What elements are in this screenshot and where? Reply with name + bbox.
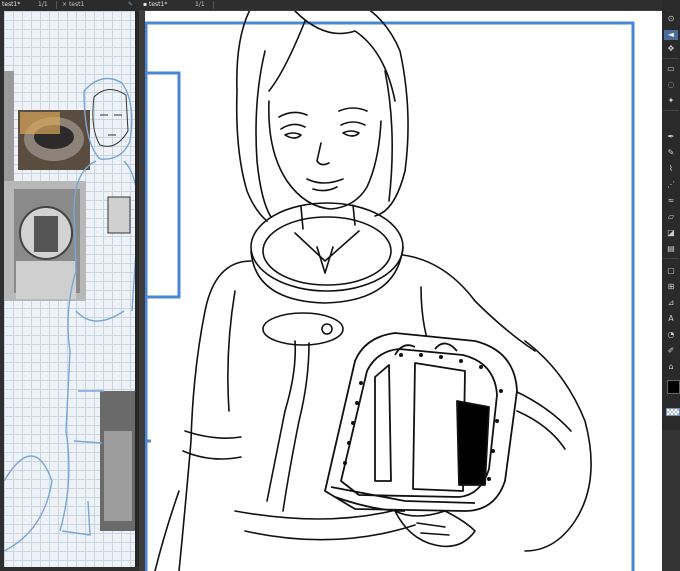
face-outline <box>268 100 382 210</box>
reference-artwork <box>4 71 135 552</box>
frame-icon[interactable]: ⊞ <box>664 282 678 292</box>
reference-canvas[interactable] <box>4 11 135 567</box>
correction-icon[interactable]: ✐ <box>664 346 678 356</box>
main-document-pane: ▪ test1* 1/1 <box>139 0 662 571</box>
transparent-color-swatch[interactable] <box>666 408 680 416</box>
tool-panel-empty-area <box>662 430 680 571</box>
balloon-icon[interactable]: ◔ <box>664 330 678 340</box>
tab-title: test1 <box>68 1 85 8</box>
tool-divider <box>663 58 679 59</box>
main-canvas[interactable] <box>145 11 662 571</box>
close-icon[interactable]: × <box>62 1 67 8</box>
selection-icon[interactable]: ▭ <box>664 64 678 74</box>
tab-page-count: 1/1 <box>38 1 48 8</box>
fill-icon[interactable]: ◪ <box>664 228 678 238</box>
gradient-icon[interactable]: ▤ <box>664 244 678 254</box>
wand-icon[interactable]: ✦ <box>664 96 678 106</box>
move-icon[interactable]: ✥ <box>664 44 678 54</box>
hand <box>394 510 476 548</box>
tab-divider <box>213 1 214 9</box>
blend-icon[interactable]: ≈ <box>664 196 678 206</box>
figure-ink-face <box>92 89 129 147</box>
helmet <box>324 332 518 512</box>
figure-icon[interactable]: ▢ <box>664 266 678 276</box>
tab-reference-active[interactable]: test1* <box>2 0 20 10</box>
right-arm <box>524 340 592 552</box>
brush-icon[interactable]: ⌇ <box>664 164 678 174</box>
main-color-swatch[interactable] <box>667 380 680 394</box>
hair-outline-right <box>369 11 409 217</box>
ruler-icon[interactable]: ⊿ <box>664 298 678 308</box>
lasso-icon[interactable]: ◌ <box>664 80 678 90</box>
fill-bucket-icon[interactable]: ⌂ <box>664 362 678 372</box>
airbrush-icon[interactable]: ⋰ <box>664 180 678 190</box>
tab-reference-closed[interactable]: × test1 <box>62 0 84 10</box>
suit-left-outline <box>178 260 252 571</box>
panel-frame-inset[interactable] <box>145 71 181 299</box>
tab-title: test1* <box>148 1 168 8</box>
tab-main-active[interactable]: ▪ test1* <box>143 0 167 10</box>
tab-title: test1* <box>2 1 21 8</box>
eraser-icon[interactable]: ▱ <box>664 212 678 222</box>
app-window: test1* 1/1 × test1 ✎ ▪ test1* 1/1 ⊙ ◄ ✥ … <box>0 0 680 571</box>
reference-tabbar: test1* 1/1 × test1 ✎ <box>0 0 139 10</box>
reference-document-pane: test1* 1/1 × test1 ✎ <box>0 0 139 571</box>
tool-panel: ⊙ ◄ ✥ ▭ ◌ ✦ ✒ ✎ ⌇ ⋰ ≈ ▱ ◪ ▤ ▢ ⊞ ⊿ A ◔ ✐ … <box>662 0 680 571</box>
pencil-icon[interactable]: ✎ <box>664 148 678 158</box>
pen-icon[interactable]: ✎ <box>128 0 133 10</box>
line-art-illustration <box>145 11 635 571</box>
tool-divider <box>663 110 679 111</box>
hair-outline-left <box>235 11 268 222</box>
dropper-icon[interactable]: ⊙ <box>664 14 678 24</box>
chest-valve <box>262 312 344 346</box>
tab-divider <box>56 1 57 9</box>
text-icon[interactable]: A <box>664 314 678 324</box>
operation-icon[interactable]: ◄ <box>664 30 678 40</box>
air-hose <box>266 340 310 512</box>
tool-divider <box>663 258 679 259</box>
pen-icon[interactable]: ✒ <box>664 132 678 142</box>
tab-page-count: 1/1 <box>195 1 205 8</box>
main-tabbar: ▪ test1* 1/1 <box>139 0 662 10</box>
